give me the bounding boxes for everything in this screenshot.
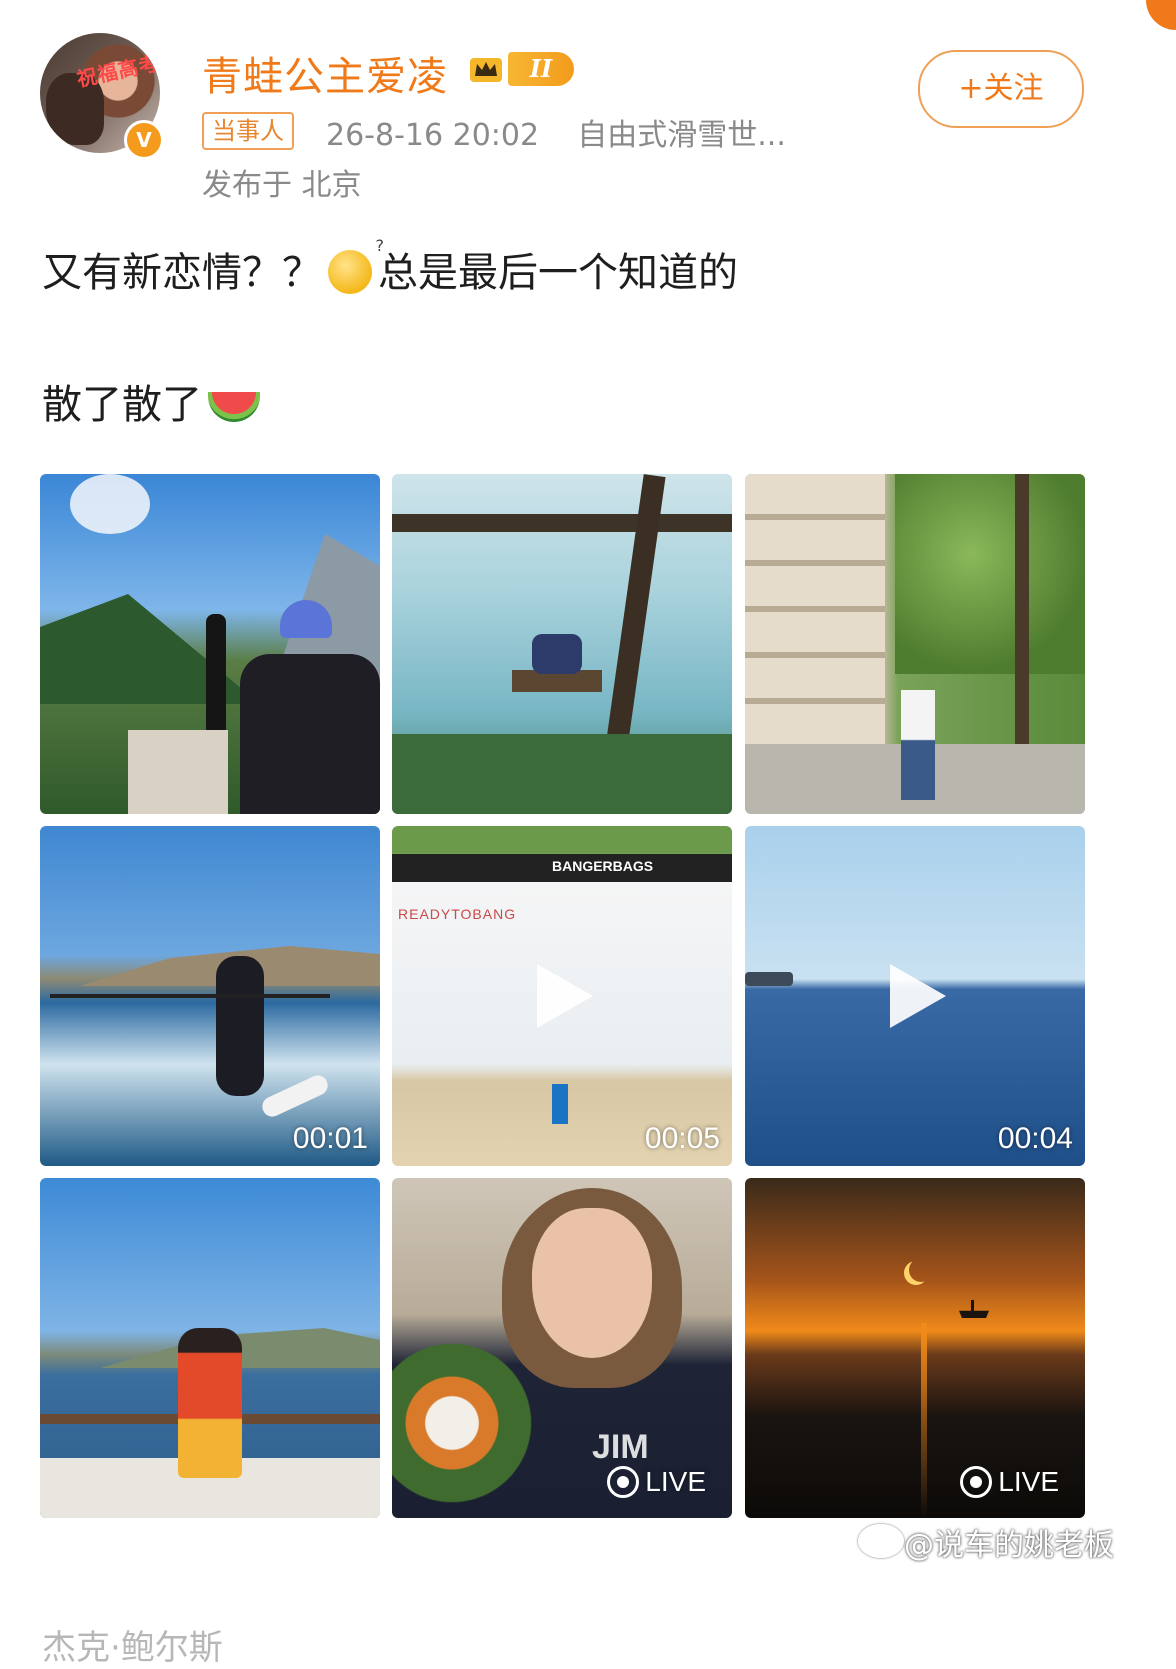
media-tile-8[interactable]: JIM LIVE: [392, 1178, 732, 1518]
watermark: @说车的姚老板: [904, 1528, 1114, 1563]
grass-shape: [392, 734, 732, 814]
crown-icon: [470, 58, 502, 82]
live-label: LIVE: [998, 1466, 1059, 1497]
timestamp: 26-8-16 20:02: [326, 118, 540, 153]
weibo-icon: [858, 1524, 904, 1558]
signage-text: BANGERBAGS: [552, 858, 654, 874]
media-tile-4[interactable]: 00:01: [40, 826, 380, 1166]
banner-text: READYTOBANG: [398, 906, 517, 922]
play-icon[interactable]: [890, 964, 946, 1028]
live-icon: [960, 1466, 993, 1498]
live-icon: [607, 1466, 640, 1498]
face-shape: [532, 1208, 652, 1358]
tow-rope-shape: [50, 994, 330, 998]
media-tile-2[interactable]: [392, 474, 732, 814]
media-tile-7[interactable]: [40, 1178, 380, 1518]
media-tile-5[interactable]: BANGERBAGS READYTOBANG 00:05: [392, 826, 732, 1166]
post-text-part: 又有新恋情？？: [42, 250, 322, 296]
live-label: LIVE: [645, 1466, 706, 1497]
post-text-line-1: 又有新恋情？？ 总是最后一个知道的: [42, 236, 738, 298]
shirt-text: JIM: [592, 1428, 649, 1466]
media-tile-3[interactable]: [745, 474, 1085, 814]
follow-button[interactable]: +关注: [918, 50, 1084, 128]
person-shape: [178, 1328, 242, 1478]
ramp-marker-shape: [552, 1084, 568, 1124]
sun-shape: [909, 1258, 933, 1282]
person-shape: [216, 956, 264, 1096]
watermelon-emoji-icon: [208, 392, 260, 422]
media-tile-1[interactable]: [40, 474, 380, 814]
live-badge[interactable]: LIVE: [607, 1466, 706, 1498]
live-badge[interactable]: LIVE: [960, 1466, 1059, 1498]
post-meta: 26-8-16 20:02 自由式滑雪世...: [326, 110, 786, 154]
verified-icon: V: [124, 120, 164, 160]
location: 发布于 北京: [202, 168, 362, 203]
person-shape: [532, 634, 582, 674]
post-text-line-2: 散了散了: [42, 372, 260, 430]
wakeboard-shape: [259, 1072, 331, 1120]
sweat-smile-emoji-icon: [328, 236, 384, 294]
avatar-caption: 祝福高考: [74, 50, 160, 92]
cutoff-text: 杰克·鲍尔斯: [42, 1628, 223, 1668]
video-duration: 00:05: [644, 1122, 720, 1155]
sailboat-shape: [959, 1300, 989, 1318]
person-shape: [240, 654, 380, 814]
tree-shape: [895, 474, 1085, 674]
post-text-part: 总是最后一个知道的: [378, 250, 738, 296]
corner-accent: [1146, 0, 1176, 30]
swing-beam-shape: [392, 514, 732, 532]
video-duration: 00:01: [292, 1122, 368, 1155]
media-tile-6[interactable]: 00:04: [745, 826, 1085, 1166]
cloud-shape: [70, 474, 150, 534]
ramp-shape: [128, 730, 228, 814]
post-source[interactable]: 自由式滑雪世...: [577, 118, 786, 153]
post-text-part: 散了散了: [42, 382, 202, 428]
person-shape: [901, 690, 935, 800]
bouquet-shape: [392, 1328, 542, 1518]
play-icon[interactable]: [537, 964, 593, 1028]
level-badge: II: [508, 52, 574, 86]
username[interactable]: 青蛙公主爱凌: [202, 44, 448, 102]
media-tile-9[interactable]: LIVE: [745, 1178, 1085, 1518]
role-tag: 当事人: [202, 112, 294, 150]
video-duration: 00:04: [997, 1122, 1073, 1155]
ship-shape: [745, 972, 793, 986]
sun-reflection-shape: [921, 1323, 927, 1518]
mountain-shape: [40, 594, 260, 704]
